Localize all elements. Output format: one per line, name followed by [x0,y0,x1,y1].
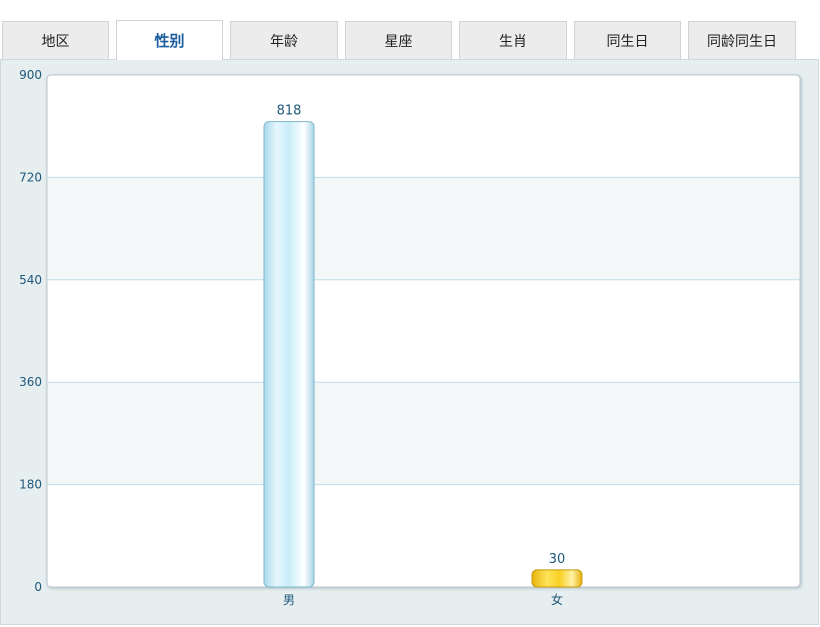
y-tick-label: 180 [19,478,42,492]
y-tick-label: 900 [19,68,42,82]
y-tick-label: 360 [19,375,42,389]
y-tick-label: 540 [19,273,42,287]
tab-gender[interactable]: 性别 [116,20,223,60]
category-label: 女 [551,592,563,607]
grid-band [48,382,799,485]
gender-bar-chart: 0 180 360 540 720 900 818 男 30 女 [19,68,801,607]
value-label: 30 [549,552,566,567]
plot-area [46,74,801,588]
bar-female[interactable] [531,569,583,588]
tab-gender-label: 性别 [154,32,185,50]
y-tick-label: 0 [34,580,42,594]
y-tick-label: 720 [19,170,42,184]
category-label: 男 [283,593,295,607]
value-label: 818 [277,104,302,119]
grid-band [48,177,799,280]
bar-male[interactable] [263,121,315,588]
